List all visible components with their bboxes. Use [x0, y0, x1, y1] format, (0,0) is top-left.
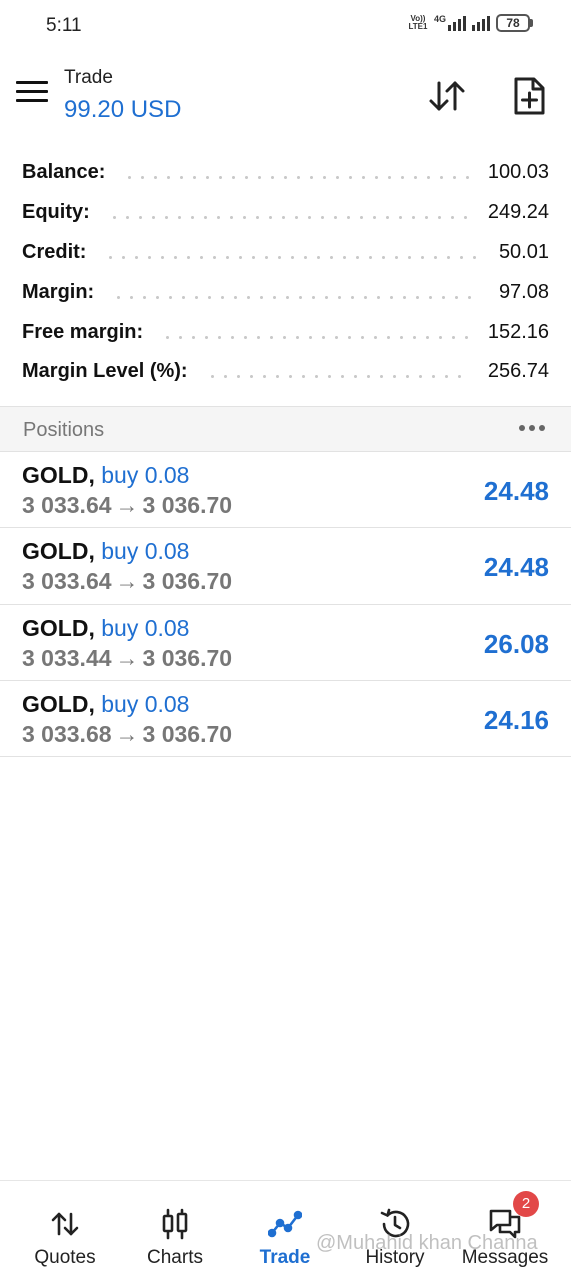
dotted-leader — [112, 295, 481, 299]
unread-badge: 2 — [513, 1191, 539, 1217]
position-side: buy 0.08 — [101, 614, 190, 641]
position-side: buy 0.08 — [101, 462, 190, 488]
position-profit: 24.48 — [483, 552, 549, 583]
battery-level: 78 — [496, 14, 530, 32]
position-row[interactable]: GOLD, buy 0.08 3 033.64 → 3 036.70 24.48 — [0, 528, 571, 605]
status-time: 5:11 — [46, 15, 82, 36]
summary-row-free-margin: Free margin: 152.16 — [0, 312, 571, 352]
quotes-arrows-icon — [48, 1207, 82, 1241]
price-arrow: → — [115, 720, 139, 747]
nav-history[interactable]: History — [339, 1181, 451, 1280]
position-profit: 24.48 — [483, 476, 549, 506]
current-price: 3 036.70 — [142, 720, 233, 747]
dotted-leader — [161, 335, 470, 339]
price-arrow: → — [115, 492, 139, 518]
account-balance: 99.20 USD — [64, 96, 182, 123]
nav-quotes[interactable]: Quotes — [9, 1181, 121, 1280]
position-symbol: GOLD, — [22, 462, 95, 488]
summary-row-margin: Margin: 97.08 — [0, 272, 571, 312]
sort-arrows-icon[interactable] — [424, 73, 470, 119]
summary-value: 256.74 — [487, 360, 549, 383]
status-icons: Vo)) LTE1 4G 78 — [408, 14, 533, 32]
page-title: Trade — [64, 67, 113, 88]
position-prices: 3 033.44 → 3 036.70 — [22, 645, 232, 672]
new-order-icon[interactable] — [506, 73, 552, 119]
watermark-text: @Muhahid khan Channa — [316, 1232, 538, 1254]
position-title: GOLD, buy 0.08 — [22, 615, 189, 642]
dotted-leader — [104, 255, 481, 259]
position-row[interactable]: GOLD, buy 0.08 3 033.68 → 3 036.70 24.16 — [0, 681, 571, 758]
status-bar: 5:11 Vo)) LTE1 4G 78 — [0, 0, 571, 52]
position-symbol: GOLD, — [22, 538, 95, 565]
candlestick-icon — [158, 1207, 192, 1241]
current-price: 3 036.70 — [142, 492, 233, 518]
position-title: GOLD, buy 0.08 — [22, 462, 189, 489]
bottom-navigation: Quotes Charts Trade History 2 Messages — [0, 1180, 571, 1280]
summary-row-equity: Equity: 249.24 — [0, 193, 571, 233]
position-row[interactable]: GOLD, buy 0.08 3 033.44 → 3 036.70 26.08 — [0, 605, 571, 681]
position-profit: 24.16 — [483, 704, 549, 735]
position-prices: 3 033.64 → 3 036.70 — [22, 492, 232, 519]
summary-row-credit: Credit: 50.01 — [0, 233, 571, 273]
nav-messages[interactable]: 2 Messages — [449, 1181, 561, 1280]
summary-row-margin-level: Margin Level (%): 256.74 — [0, 352, 571, 392]
position-row[interactable]: GOLD, buy 0.08 3 033.64 → 3 036.70 24.48 — [0, 452, 571, 529]
position-side: buy 0.08 — [101, 690, 190, 717]
position-title: GOLD, buy 0.08 — [22, 691, 189, 718]
position-profit: 26.08 — [483, 628, 549, 659]
summary-value: 50.01 — [498, 240, 549, 263]
position-side: buy 0.08 — [101, 538, 190, 565]
summary-label: Equity: — [22, 201, 90, 224]
positions-list: GOLD, buy 0.08 3 033.64 → 3 036.70 24.48 G… — [0, 452, 571, 758]
position-prices: 3 033.64 → 3 036.70 — [22, 568, 232, 595]
hamburger-menu-icon[interactable] — [16, 81, 48, 105]
summary-value: 152.16 — [487, 320, 549, 343]
summary-row-balance: Balance: 100.03 — [0, 153, 571, 193]
open-price: 3 033.68 — [22, 720, 112, 747]
nav-charts[interactable]: Charts — [119, 1181, 231, 1280]
position-symbol: GOLD, — [22, 614, 95, 641]
summary-label: Credit: — [22, 240, 87, 263]
dotted-leader — [107, 216, 470, 220]
signal-strength-icon-2 — [472, 15, 490, 31]
current-price: 3 036.70 — [142, 568, 233, 595]
nav-trade[interactable]: Trade — [229, 1181, 341, 1280]
position-prices: 3 033.68 → 3 036.70 — [22, 721, 232, 748]
summary-value: 249.24 — [487, 201, 549, 224]
summary-label: Margin: — [22, 280, 95, 303]
open-price: 3 033.64 — [22, 568, 112, 595]
summary-value: 100.03 — [487, 161, 549, 184]
summary-label: Free margin: — [22, 320, 144, 343]
app-header: Trade 99.20 USD — [0, 55, 571, 137]
account-summary: Balance: 100.03 Equity: 249.24 Credit: 5… — [0, 153, 571, 392]
trade-line-icon — [267, 1207, 303, 1241]
positions-section-header: Positions — [0, 406, 571, 452]
summary-label: Balance: — [22, 161, 106, 184]
battery-icon: 78 — [496, 14, 533, 32]
volte-indicator: Vo)) LTE1 — [408, 14, 428, 31]
current-price: 3 036.70 — [142, 644, 233, 671]
summary-label: Margin Level (%): — [22, 360, 188, 383]
position-title: GOLD, buy 0.08 — [22, 538, 189, 565]
nav-label: Charts — [147, 1247, 203, 1268]
dotted-leader — [205, 375, 470, 379]
open-price: 3 033.44 — [22, 644, 112, 671]
summary-value: 97.08 — [498, 280, 549, 303]
open-price: 3 033.64 — [22, 492, 112, 518]
positions-title: Positions — [23, 419, 105, 441]
nav-label: Quotes — [34, 1247, 96, 1268]
network-type: 4G — [433, 14, 446, 24]
position-symbol: GOLD, — [22, 690, 95, 717]
dotted-leader — [123, 176, 470, 180]
price-arrow: → — [115, 568, 139, 595]
more-options-icon[interactable] — [519, 419, 549, 437]
signal-strength-icon — [448, 15, 466, 31]
price-arrow: → — [115, 644, 139, 671]
